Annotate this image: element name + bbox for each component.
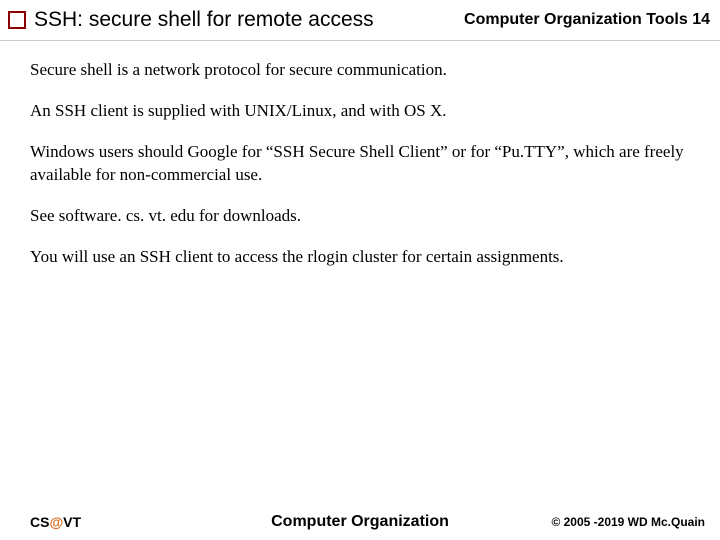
footer-center: Computer Organization (271, 513, 449, 531)
slide-title: SSH: secure shell for remote access (34, 8, 444, 32)
header-section-page: Computer Organization Tools 14 (464, 11, 710, 29)
footer-right: © 2005 -2019 WD Mc.Quain (551, 515, 705, 529)
slide-footer: CS@VT Computer Organization © 2005 -2019… (0, 514, 720, 530)
footer-left: CS@VT (30, 514, 81, 530)
square-icon (8, 11, 26, 29)
footer-at: @ (49, 514, 63, 530)
paragraph-2: An SSH client is supplied with UNIX/Linu… (30, 100, 690, 123)
slide-content: Secure shell is a network protocol for s… (0, 41, 720, 269)
paragraph-1: Secure shell is a network protocol for s… (30, 59, 690, 82)
paragraph-5: You will use an SSH client to access the… (30, 246, 690, 269)
slide-header: SSH: secure shell for remote access Comp… (0, 0, 720, 41)
paragraph-3: Windows users should Google for “SSH Sec… (30, 141, 690, 187)
footer-cs: CS (30, 514, 49, 530)
paragraph-4: See software. cs. vt. edu for downloads. (30, 205, 690, 228)
page-number: 14 (692, 11, 710, 28)
section-label: Computer Organization Tools (464, 11, 688, 28)
footer-vt: VT (63, 514, 81, 530)
